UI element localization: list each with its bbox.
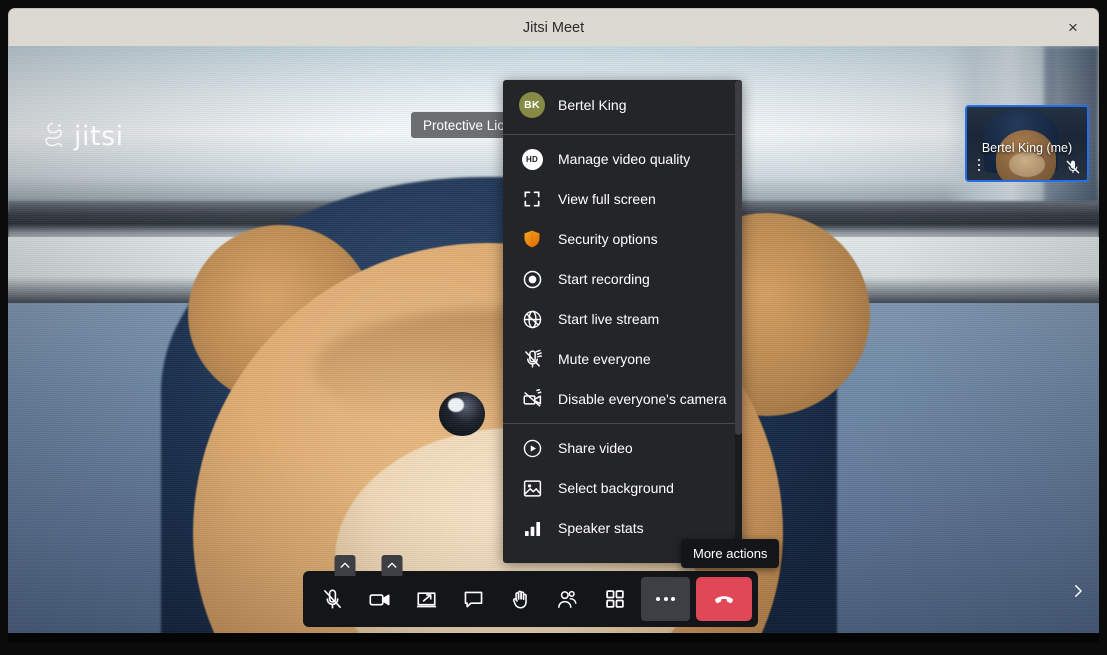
menu-item-start-recording[interactable]: Start recording — [503, 259, 735, 299]
jitsi-meet-window: Jitsi Meet × — [0, 0, 1107, 655]
menu-item-share-video[interactable]: Share video — [503, 428, 735, 468]
microphone-muted-icon — [1065, 159, 1081, 175]
selfview-display-name: Bertel King (me) — [967, 141, 1087, 155]
hangup-phone-icon — [712, 587, 736, 611]
menu-scrollbar-track[interactable] — [735, 80, 742, 563]
camera-icon — [368, 588, 391, 611]
live-stream-icon — [519, 306, 545, 332]
menu-divider — [503, 134, 735, 135]
raised-hand-icon — [509, 588, 532, 611]
selfview-thumbnail[interactable]: Bertel King (me) — [965, 105, 1089, 182]
overflow-menu[interactable]: BK Bertel King HD Manage video quality — [503, 80, 742, 563]
play-circle-icon — [519, 435, 545, 461]
toolbar-button-participants[interactable] — [544, 571, 591, 627]
chat-bubble-icon — [462, 588, 485, 611]
more-vertical-icon[interactable] — [974, 156, 984, 174]
menu-item-security-options[interactable]: Security options — [503, 219, 735, 259]
menu-item-label: Start recording — [558, 271, 650, 287]
video-letterbox — [8, 633, 1099, 643]
menu-item-label: Security options — [558, 231, 658, 247]
menu-item-label: Manage video quality — [558, 151, 690, 167]
overflow-menu-scroll: BK Bertel King HD Manage video quality — [503, 80, 742, 563]
camera-settings-chevron[interactable] — [381, 555, 402, 576]
image-icon — [519, 475, 545, 501]
bar-chart-icon — [519, 515, 545, 541]
menu-item-label: Speaker stats — [558, 520, 644, 536]
window-title: Jitsi Meet — [9, 9, 1098, 46]
menu-item-mute-everyone[interactable]: Mute everyone — [503, 339, 735, 379]
toolbar-button-raise-hand[interactable] — [497, 571, 544, 627]
menu-item-start-live-stream[interactable]: Start live stream — [503, 299, 735, 339]
fullscreen-icon — [519, 186, 545, 212]
menu-item-label: Mute everyone — [558, 351, 651, 367]
menu-item-select-background[interactable]: Select background — [503, 468, 735, 508]
toolbar-button-tile-view[interactable] — [591, 571, 638, 627]
menu-item-label: Start live stream — [558, 311, 659, 327]
menu-scrollbar-thumb[interactable] — [735, 80, 742, 435]
camera-slash-icon — [519, 386, 545, 412]
menu-item-manage-video-quality[interactable]: HD Manage video quality — [503, 139, 735, 179]
tooltip-more-actions: More actions — [681, 539, 779, 568]
shield-icon — [519, 226, 545, 252]
menu-item-label: Share video — [558, 440, 633, 456]
toolbar-button-chat[interactable] — [450, 571, 497, 627]
record-icon — [519, 266, 545, 292]
close-icon[interactable]: × — [1060, 9, 1086, 46]
toolbar-button-screen-share[interactable] — [403, 571, 450, 627]
menu-item-label: Select background — [558, 480, 674, 496]
menu-item-label: Disable everyone's camera — [558, 391, 726, 407]
microphone-muted-icon — [321, 588, 344, 611]
menu-item-disable-everyones-camera[interactable]: Disable everyone's camera — [503, 379, 735, 419]
avatar: BK — [519, 92, 545, 118]
participant-name: Bertel King — [558, 97, 626, 113]
toolbar-button-microphone[interactable] — [309, 571, 356, 627]
menu-item-label: View full screen — [558, 191, 656, 207]
menu-item-view-full-screen[interactable]: View full screen — [503, 179, 735, 219]
chevron-right-icon — [1069, 582, 1087, 600]
microphone-slash-icon — [519, 346, 545, 372]
meeting-toolbar — [303, 571, 758, 627]
window-titlebar: Jitsi Meet × — [8, 8, 1099, 46]
tile-view-icon — [604, 588, 626, 610]
toolbar-button-hangup[interactable] — [696, 577, 752, 621]
toolbar-button-more-actions[interactable] — [641, 577, 690, 621]
avatar-initials: BK — [519, 92, 545, 118]
jitsi-watermark-text: jitsi — [74, 121, 124, 152]
screen-share-icon — [415, 588, 438, 611]
menu-divider — [503, 423, 735, 424]
participants-icon — [556, 588, 579, 611]
ellipsis-icon — [656, 597, 675, 601]
filmstrip-toggle-button[interactable] — [1067, 580, 1089, 602]
jitsi-logo-icon — [40, 118, 70, 154]
menu-item-participant[interactable]: BK Bertel King — [503, 80, 735, 130]
microphone-settings-chevron[interactable] — [334, 555, 355, 576]
toolbar-button-camera[interactable] — [356, 571, 403, 627]
jitsi-watermark: jitsi — [40, 118, 124, 154]
hd-quality-icon: HD — [519, 146, 545, 172]
